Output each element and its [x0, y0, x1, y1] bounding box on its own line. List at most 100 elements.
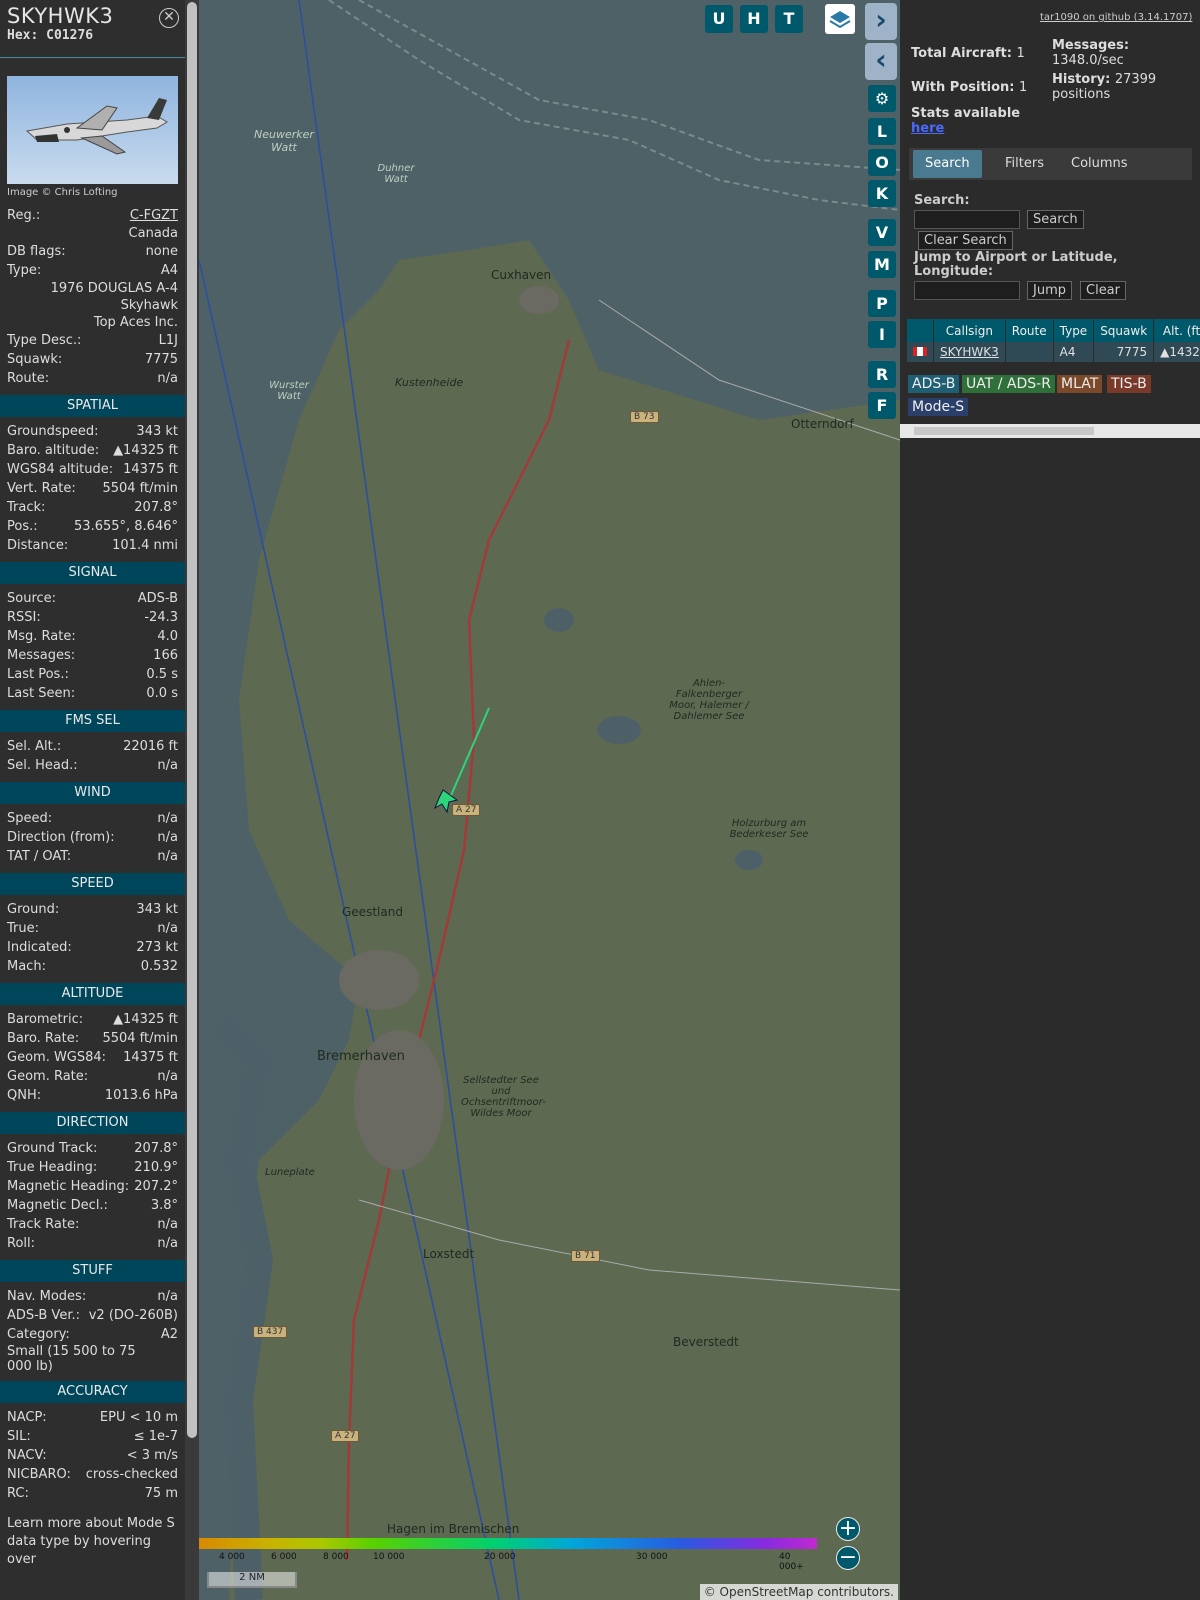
info-row: Geom. Rate: n/a	[0, 1067, 185, 1086]
info-key: Track:	[7, 500, 46, 515]
stats-link[interactable]: here	[911, 121, 944, 136]
tab-columns[interactable]: Columns	[1059, 150, 1140, 178]
table-horizontal-scrollbar[interactable]	[900, 424, 1200, 438]
toggle-h-button[interactable]: H	[740, 5, 768, 33]
footer-text: Learn more about Mode S data type by hov…	[7, 1516, 175, 1567]
place-label: Neuwerker Watt	[254, 128, 314, 154]
info-key: TAT / OAT:	[7, 849, 72, 864]
aircraft-info-panel: SKYHWK3 Hex: C01276 ✕ Image © Chris Loft…	[0, 0, 185, 1600]
info-value: Top Aces Inc.	[93, 315, 178, 330]
info-key: Magnetic Decl.:	[7, 1198, 108, 1213]
info-row: Vert. Rate: 5504 ft/min	[0, 479, 185, 498]
info-row: WGS84 altitude: 14375 ft	[0, 460, 185, 479]
info-row: True: n/a	[0, 919, 185, 938]
clear-button[interactable]: Clear	[1080, 281, 1126, 300]
zoom-in-icon[interactable]: +	[836, 1517, 860, 1541]
info-row: NICBARO: cross-checked	[0, 1465, 185, 1484]
info-row: NACP: EPU < 10 m	[0, 1408, 185, 1427]
info-key: Squawk:	[7, 352, 63, 367]
info-value: ▲14325 ft	[113, 1012, 178, 1027]
toggle-p-button[interactable]: P	[868, 290, 896, 317]
layers-icon[interactable]	[825, 4, 855, 34]
info-value: cross-checked	[85, 1467, 178, 1482]
info-row: Mach: 0.532	[0, 957, 185, 976]
info-key: RC:	[7, 1486, 29, 1501]
info-key: Distance:	[7, 538, 69, 553]
info-row: Groundspeed: 343 kt	[0, 422, 185, 441]
info-row: Type: A4	[0, 261, 185, 280]
info-key: Vert. Rate:	[7, 481, 76, 496]
expand-panel-arrow-icon[interactable]: ›	[865, 3, 897, 40]
toggle-i-button[interactable]: I	[868, 321, 896, 348]
toggle-r-button[interactable]: R	[868, 361, 896, 388]
info-key: Track Rate:	[7, 1217, 80, 1232]
close-icon[interactable]: ✕	[159, 8, 179, 28]
info-key: ADS-B Ver.:	[7, 1308, 80, 1323]
source-adsb-badge: ADS-B	[908, 375, 960, 393]
jump-button[interactable]: Jump	[1027, 281, 1072, 300]
info-row: RSSI: -24.3	[0, 608, 185, 627]
info-value: n/a	[157, 1069, 178, 1084]
table-header[interactable]: Route	[1005, 319, 1054, 342]
info-row: Sel. Alt.: 22016 ft	[0, 737, 185, 756]
info-key: RSSI:	[7, 610, 41, 625]
info-row: SIL: ≤ 1e-7	[0, 1427, 185, 1446]
info-row: Sel. Head.: n/a	[0, 756, 185, 775]
toggle-k-button[interactable]: K	[868, 180, 896, 207]
table-header[interactable]: Type	[1053, 319, 1095, 342]
cell-callsign[interactable]: SKYHWK3	[933, 342, 1006, 362]
map[interactable]: Cuxhaven Otterndorf Geestland Bremerhave…	[199, 0, 900, 1600]
search-input[interactable]	[914, 210, 1020, 229]
info-sections: SPATIAL Groundspeed: 343 kt Baro. altitude:…	[0, 395, 185, 1503]
table-row[interactable]: SKYHWK3 A4 7775 ▲14325	[907, 342, 1200, 362]
info-key: Groundspeed:	[7, 424, 99, 439]
info-row: 1976 DOUGLAS A-4 Skyhawk	[0, 280, 185, 314]
section-header-speed: SPEED	[0, 873, 185, 895]
aircraft-photo[interactable]	[7, 76, 178, 184]
toggle-o-button[interactable]: O	[868, 149, 896, 176]
section-header-fms-sel: FMS SEL	[0, 710, 185, 732]
table-header[interactable]: Squawk	[1093, 319, 1155, 342]
info-key: True Heading:	[7, 1160, 98, 1175]
settings-gear-icon[interactable]: ⚙	[868, 85, 896, 112]
tab-search[interactable]: Search	[913, 150, 982, 178]
info-value: 75 m	[144, 1486, 178, 1501]
info-row: Last Seen: 0.0 s	[0, 684, 185, 703]
toggle-t-button[interactable]: T	[775, 5, 803, 33]
zoom-out-icon[interactable]: −	[836, 1546, 860, 1570]
info-value: n/a	[157, 849, 178, 864]
info-row: Track Rate: n/a	[0, 1215, 185, 1234]
toggle-f-button[interactable]: F	[868, 392, 896, 419]
table-header[interactable]: Alt. (ft)	[1153, 319, 1200, 342]
toggle-u-button[interactable]: U	[705, 5, 733, 33]
altitude-scale-labels: 4 000 6 000 8 000 10 000 20 000 30 000 4…	[219, 1552, 804, 1572]
road-label: B 73	[630, 411, 659, 423]
jump-input[interactable]	[914, 281, 1020, 300]
info-key: Ground:	[7, 902, 60, 917]
info-scrollbar[interactable]	[185, 0, 199, 1600]
place-label: Holzurburg am Bederkeser See	[729, 818, 809, 840]
section-header-spatial: SPATIAL	[0, 395, 185, 417]
github-link[interactable]: tar1090 on github (3.14.1707)	[1040, 12, 1192, 23]
info-value: A2	[160, 1327, 178, 1342]
info-key: SIL:	[7, 1429, 31, 1444]
info-value: 0.0 s	[146, 686, 178, 701]
map-attribution[interactable]: © OpenStreetMap contributors.	[699, 1584, 898, 1600]
info-value: -24.3	[144, 610, 178, 625]
table-header[interactable]: Callsign	[933, 319, 1006, 342]
info-row: DB flags: none	[0, 242, 185, 261]
info-value: n/a	[157, 921, 178, 936]
with-position: With Position: 1	[911, 80, 1028, 95]
tab-filters[interactable]: Filters	[993, 150, 1056, 178]
info-value: 53.655°, 8.646°	[74, 519, 178, 534]
registration-link[interactable]: C-FGZT	[130, 206, 178, 225]
info-header: SKYHWK3 Hex: C01276 ✕	[0, 0, 185, 58]
toggle-m-button[interactable]: M	[868, 251, 896, 278]
collapse-panel-arrow-icon[interactable]: ‹	[865, 43, 897, 80]
info-row: Source: ADS-B	[0, 589, 185, 608]
clear-search-button[interactable]: Clear Search	[918, 231, 1013, 250]
place-label: Wurster Watt	[269, 380, 309, 402]
toggle-v-button[interactable]: V	[868, 219, 896, 246]
search-button[interactable]: Search	[1027, 210, 1084, 229]
toggle-l-button[interactable]: L	[868, 118, 896, 145]
